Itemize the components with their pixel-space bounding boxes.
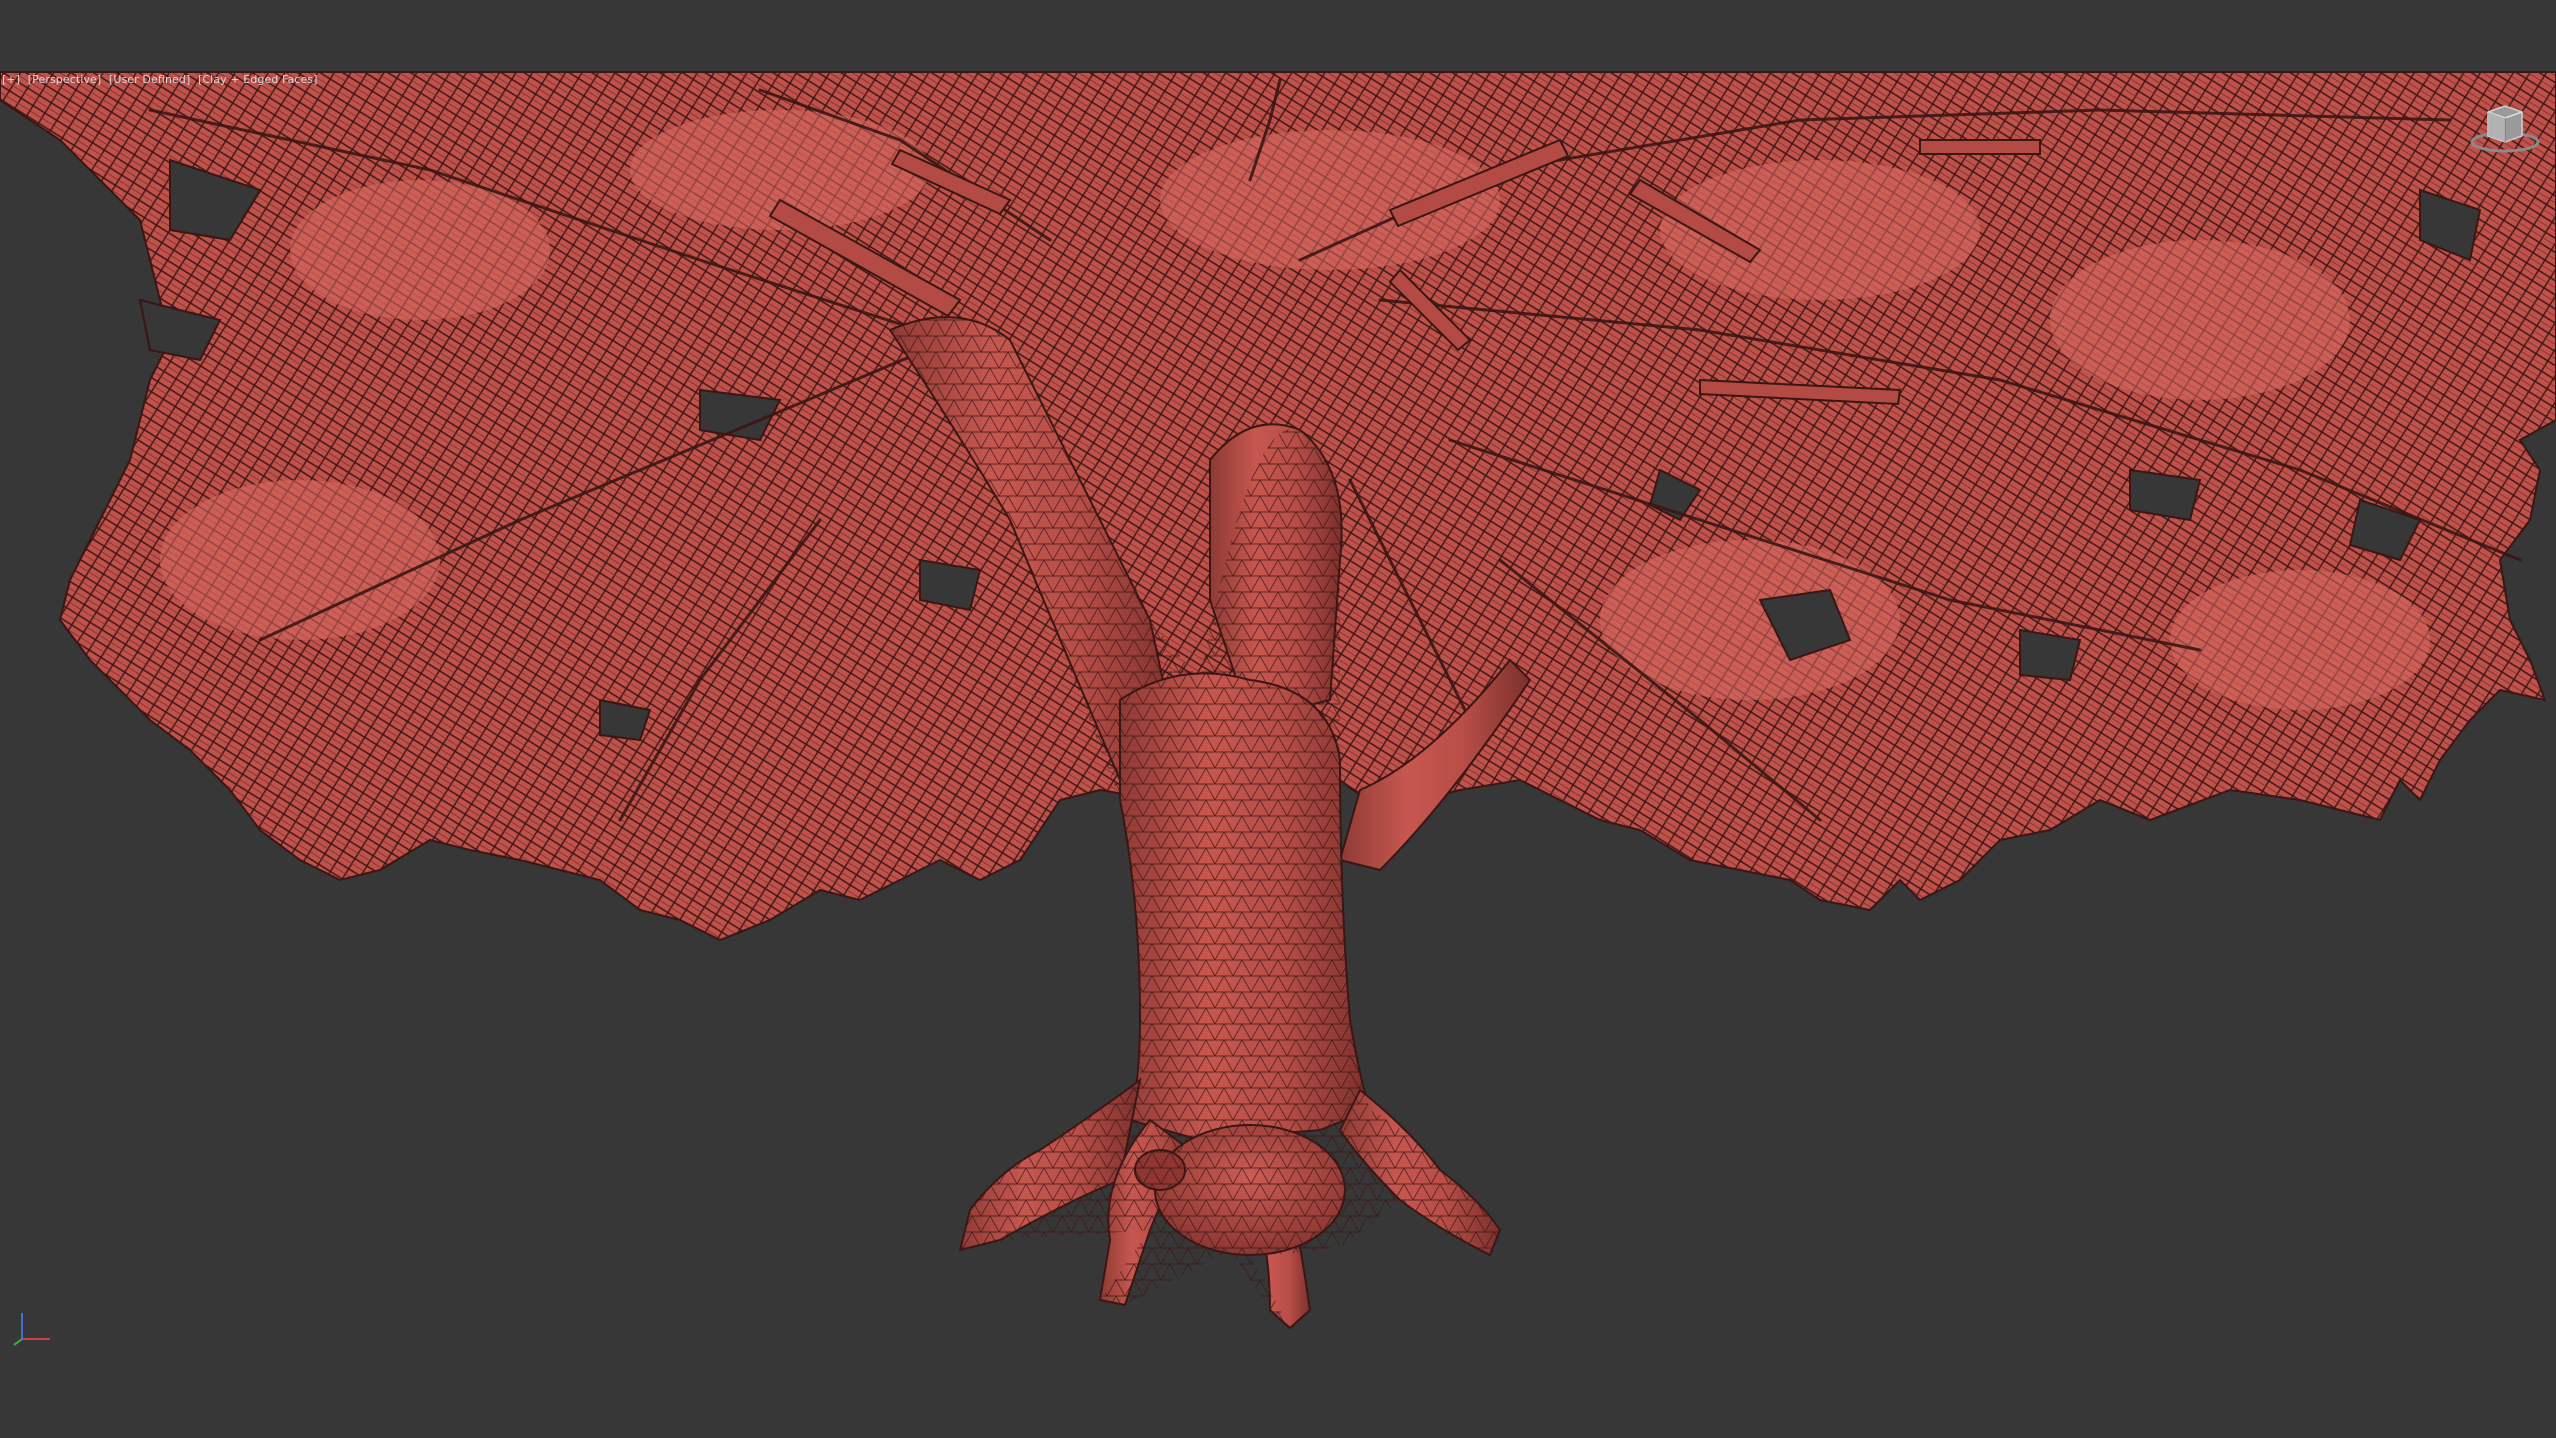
viewport-shading-mode[interactable]: [Clay + Edged Faces]: [198, 73, 318, 86]
viewcube-icon[interactable]: [2470, 100, 2540, 156]
viewport-view-mode[interactable]: [Perspective]: [28, 73, 102, 86]
tree-mesh-render: [0, 71, 2556, 1330]
axis-tripod-icon: [13, 1313, 50, 1346]
viewport-lighting-mode[interactable]: [User Defined]: [109, 73, 190, 86]
viewport-label[interactable]: [+] [Perspective] [User Defined] [Clay +…: [2, 73, 322, 86]
viewport-menu-plus[interactable]: [+]: [2, 73, 20, 86]
3d-viewport[interactable]: [+] [Perspective] [User Defined] [Clay +…: [0, 0, 2556, 1438]
